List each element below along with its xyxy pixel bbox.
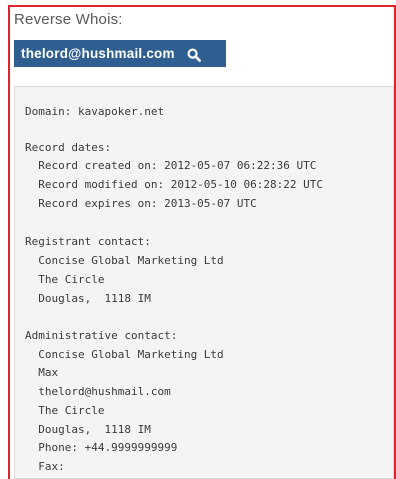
whois-admin-phone: Phone: +44.9999999999 xyxy=(25,441,178,454)
whois-admin-city: Douglas, 1118 IM xyxy=(25,423,151,436)
whois-admin-org: Concise Global Marketing Ltd xyxy=(25,348,224,361)
search-email-label: thelord@hushmail.com xyxy=(21,46,175,61)
whois-domain-line: Domain: kavapoker.net xyxy=(25,105,165,118)
whois-registrant-city: Douglas, 1118 IM xyxy=(25,292,151,305)
whois-admin-street: The Circle xyxy=(25,404,105,417)
whois-modified-line: Record modified on: 2012-05-10 06:28:22 … xyxy=(25,178,324,191)
whois-registrant-street: The Circle xyxy=(25,273,105,286)
whois-registrant-heading: Registrant contact: xyxy=(25,235,151,248)
section-title: Reverse Whois: xyxy=(14,11,123,28)
whois-expires-line: Record expires on: 2013-05-07 UTC xyxy=(25,197,257,210)
whois-record-dates-heading: Record dates: xyxy=(25,141,112,154)
search-icon xyxy=(187,47,201,62)
whois-admin-email: thelord@hushmail.com xyxy=(25,385,171,398)
whois-admin-name: Max xyxy=(25,366,59,379)
whois-registrant-org: Concise Global Marketing Ltd xyxy=(25,254,224,267)
whois-record-box: Domain: kavapoker.net Record dates: Reco… xyxy=(14,86,394,479)
whois-admin-fax: Fax: xyxy=(25,460,65,473)
whois-admin-heading: Administrative contact: xyxy=(25,329,178,342)
reverse-whois-search-button[interactable]: thelord@hushmail.com xyxy=(14,40,226,67)
whois-created-line: Record created on: 2012-05-07 06:22:36 U… xyxy=(25,159,317,172)
